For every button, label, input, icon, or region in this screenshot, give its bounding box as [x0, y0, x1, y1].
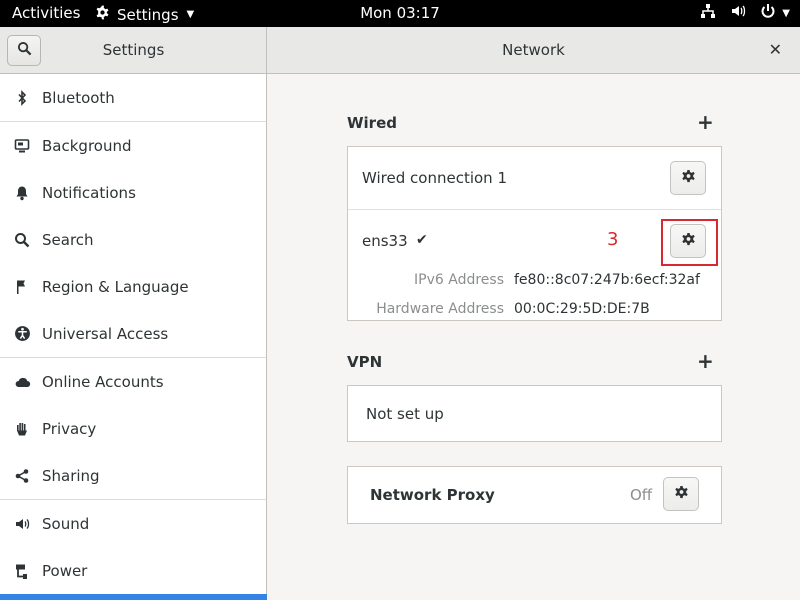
annotation-number: 3	[607, 229, 619, 250]
device-settings-button[interactable]	[670, 224, 706, 258]
sidebar-item-universal-access[interactable]: Universal Access	[0, 310, 266, 357]
sidebar: Bluetooth Background Notifications Searc…	[0, 74, 267, 600]
wired-connection-settings-button[interactable]	[670, 161, 706, 195]
sidebar-item-privacy[interactable]: Privacy	[0, 405, 266, 452]
header-bar: Settings Network ✕	[0, 27, 800, 74]
ipv6-value: fe80::8c07:247b:6ecf:32af	[514, 272, 700, 288]
background-icon	[0, 138, 42, 154]
system-status-area[interactable]: ▼	[700, 3, 790, 23]
vpn-empty-text: Not set up	[366, 405, 444, 423]
hardware-address-label: Hardware Address	[376, 301, 504, 317]
network-wired-icon	[700, 3, 716, 23]
hardware-address-value: 00:0C:29:5D:DE:7B	[514, 301, 650, 317]
sidebar-item-label: Sound	[42, 514, 90, 533]
sidebar-item-label: Background	[42, 136, 132, 155]
plus-icon: +	[697, 110, 714, 134]
sidebar-item-label: Power	[42, 561, 88, 580]
sidebar-item-label: Sharing	[42, 466, 100, 485]
sidebar-item-search[interactable]: Search	[0, 216, 266, 263]
sidebar-item-label: Bluetooth	[42, 88, 115, 107]
chevron-down-icon: ▼	[782, 7, 790, 19]
activities-button[interactable]: Activities	[12, 4, 80, 22]
app-menu[interactable]: Settings ▼	[94, 4, 194, 25]
proxy-settings-button[interactable]	[663, 477, 699, 511]
sidebar-item-label: Universal Access	[42, 324, 169, 343]
sidebar-title: Settings	[102, 41, 165, 59]
wired-section-title: Wired	[347, 114, 397, 132]
sidebar-item-online-accounts[interactable]: Online Accounts	[0, 358, 266, 405]
clock[interactable]: Mon 03:17	[360, 4, 440, 22]
search-icon	[0, 232, 42, 248]
chevron-down-icon: ▼	[186, 9, 195, 20]
power-plug-icon	[0, 563, 42, 579]
sidebar-item-label: Privacy	[42, 419, 97, 438]
sidebar-item-label: Notifications	[42, 183, 136, 202]
vpn-section-title: VPN	[347, 353, 383, 371]
add-wired-button[interactable]: +	[697, 112, 714, 132]
page-title: Network	[502, 41, 565, 59]
sidebar-item-notifications[interactable]: Notifications	[0, 169, 266, 216]
sidebar-item-label: Region & Language	[42, 277, 189, 296]
divider	[348, 209, 721, 210]
gear-icon	[681, 232, 696, 251]
ipv6-label: IPv6 Address	[414, 272, 504, 288]
flag-icon	[0, 279, 42, 295]
share-icon	[0, 468, 42, 484]
wired-connection-name: Wired connection 1	[362, 169, 507, 187]
sidebar-item-sharing[interactable]: Sharing	[0, 452, 266, 499]
network-proxy-label: Network Proxy	[370, 486, 495, 504]
add-vpn-button[interactable]: +	[697, 351, 714, 371]
close-button[interactable]: ✕	[769, 40, 782, 59]
settings-gear-icon	[94, 4, 111, 25]
hand-icon	[0, 421, 42, 437]
plus-icon: +	[697, 349, 714, 373]
cloud-icon	[0, 374, 42, 390]
sidebar-item-background[interactable]: Background	[0, 122, 266, 169]
close-icon: ✕	[768, 40, 782, 59]
sidebar-item-label: Online Accounts	[42, 372, 164, 391]
bluetooth-icon	[0, 89, 42, 106]
wired-frame: Wired connection 1 ens33 ✔ 3 IPv6 Addres…	[347, 146, 722, 321]
accessibility-icon	[0, 325, 42, 342]
app-name: Settings	[117, 5, 179, 24]
sidebar-item-sound[interactable]: Sound	[0, 500, 266, 547]
sidebar-item-region-language[interactable]: Region & Language	[0, 263, 266, 310]
power-icon	[760, 3, 776, 23]
sidebar-header: Settings	[0, 27, 267, 73]
top-bar: Activities Settings ▼ Mon 03:17 ▼	[0, 0, 800, 27]
volume-icon	[730, 3, 746, 23]
proxy-status: Off	[630, 486, 653, 504]
checkmark-icon: ✔	[416, 232, 428, 248]
vpn-frame: Not set up	[347, 385, 722, 442]
bell-icon	[0, 185, 42, 201]
sidebar-item-network-selected[interactable]	[0, 594, 267, 600]
device-name: ens33	[362, 232, 408, 250]
gear-icon	[681, 169, 696, 188]
speaker-icon	[0, 516, 42, 532]
sidebar-item-label: Search	[42, 230, 94, 249]
network-proxy-row[interactable]: Network Proxy Off	[347, 466, 722, 524]
gear-icon	[674, 485, 689, 504]
sidebar-item-power[interactable]: Power	[0, 547, 266, 594]
sidebar-item-bluetooth[interactable]: Bluetooth	[0, 74, 266, 121]
